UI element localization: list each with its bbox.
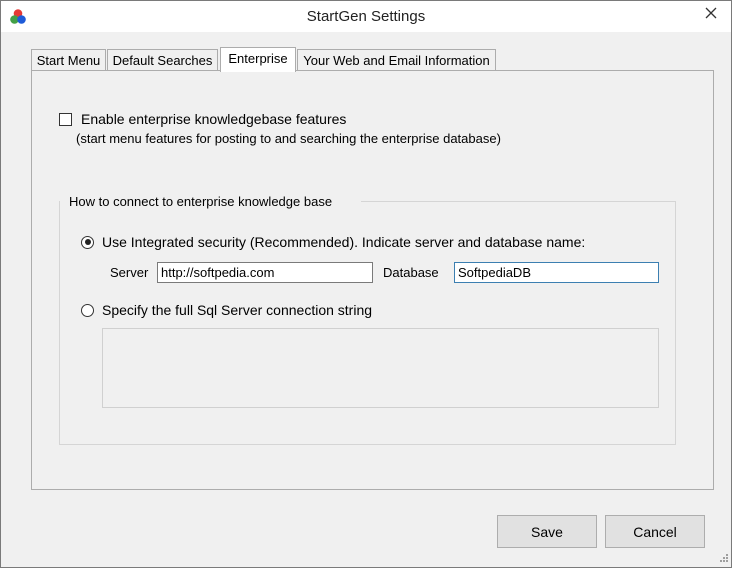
tab-start-menu[interactable]: Start Menu xyxy=(31,49,106,70)
connection-string-label: Specify the full Sql Server connection s… xyxy=(102,302,373,318)
integrated-security-label: Use Integrated security (Recommended). I… xyxy=(102,234,586,250)
resize-grip-icon[interactable] xyxy=(717,553,729,565)
integrated-security-radio[interactable] xyxy=(81,235,94,249)
server-label: Server xyxy=(110,265,149,280)
close-icon xyxy=(705,7,717,19)
connection-group-title: How to connect to enterprise knowledge b… xyxy=(68,194,334,209)
connection-string-textarea[interactable] xyxy=(102,328,659,408)
connection-string-radio[interactable] xyxy=(81,303,94,317)
server-input[interactable] xyxy=(157,262,373,283)
tab-enterprise[interactable]: Enterprise xyxy=(220,47,296,72)
tab-default-searches[interactable]: Default Searches xyxy=(107,49,218,70)
cancel-button[interactable]: Cancel xyxy=(605,515,705,548)
groupbox-top-border xyxy=(361,201,676,202)
enable-enterprise-label: Enable enterprise knowledgebase features xyxy=(81,111,347,127)
settings-window: StartGen Settings Start Menu Default Sea… xyxy=(0,0,732,568)
enable-enterprise-checkbox[interactable] xyxy=(59,112,72,126)
integrated-security-option[interactable]: Use Integrated security (Recommended). I… xyxy=(81,234,585,250)
database-label: Database xyxy=(383,265,439,280)
enable-enterprise-row[interactable]: Enable enterprise knowledgebase features xyxy=(59,110,346,128)
connection-string-option[interactable]: Specify the full Sql Server connection s… xyxy=(81,302,372,318)
tab-web-email-info[interactable]: Your Web and Email Information xyxy=(297,49,496,70)
close-button[interactable] xyxy=(699,2,723,24)
enable-enterprise-note: (start menu features for posting to and … xyxy=(76,131,501,146)
title-bar[interactable]: StartGen Settings xyxy=(1,1,731,32)
window-title: StartGen Settings xyxy=(306,8,426,25)
save-button[interactable]: Save xyxy=(497,515,597,548)
database-input[interactable] xyxy=(454,262,659,283)
